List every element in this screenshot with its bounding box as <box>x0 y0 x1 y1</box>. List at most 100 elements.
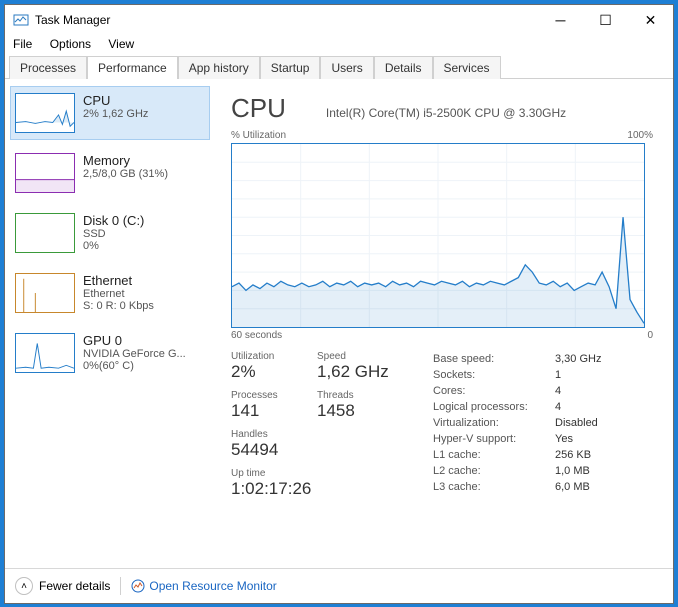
stat-row: Virtualization:Disabled <box>433 417 607 431</box>
stat-key: Logical processors: <box>433 401 553 415</box>
sidebar-item-cpu[interactable]: CPU 2% 1,62 GHz <box>11 87 209 139</box>
sidebar-item-gpu[interactable]: GPU 0 NVIDIA GeForce G... 0%(60° C) <box>11 327 209 379</box>
menubar: File Options View <box>5 35 673 55</box>
graph-bottom-labels: 60 seconds 0 <box>231 330 653 341</box>
sidebar-memory-text: Memory 2,5/8,0 GB (31%) <box>83 153 168 193</box>
sidebar-item-subtitle2: 0% <box>83 240 144 252</box>
tab-users[interactable]: Users <box>320 56 373 79</box>
stat-label: Utilization <box>231 351 299 362</box>
menu-options[interactable]: Options <box>50 37 91 51</box>
titlebar[interactable]: Task Manager ─ ☐ ✕ <box>5 5 673 35</box>
sidebar-item-subtitle2: S: 0 R: 0 Kbps <box>83 300 154 312</box>
sidebar-item-title: Memory <box>83 153 168 168</box>
sidebar-item-subtitle: Ethernet <box>83 288 154 300</box>
stat-row: Sockets:1 <box>433 369 607 383</box>
stat-key: L3 cache: <box>433 481 553 495</box>
stat-value: 2% <box>231 362 299 382</box>
stat-row: Hyper-V support:Yes <box>433 433 607 447</box>
content-area: CPU 2% 1,62 GHz Memory 2,5/8,0 GB (31%) … <box>5 79 673 568</box>
tabstrip: Processes Performance App history Startu… <box>5 55 673 79</box>
main-panel: CPU Intel(R) Core(TM) i5-2500K CPU @ 3.3… <box>215 79 673 568</box>
stat-row: Cores:4 <box>433 385 607 399</box>
sidebar-item-title: CPU <box>83 93 148 108</box>
window-title: Task Manager <box>35 13 538 27</box>
stat-key: Virtualization: <box>433 417 553 431</box>
stat-val: Disabled <box>555 417 607 431</box>
stat-val: 256 KB <box>555 449 607 463</box>
app-icon <box>13 12 29 28</box>
tab-startup[interactable]: Startup <box>260 56 321 79</box>
sidebar-item-title: Ethernet <box>83 273 154 288</box>
fewer-details-link[interactable]: Fewer details <box>39 579 110 593</box>
stats-right: Base speed:3,30 GHzSockets:1Cores:4Logic… <box>431 351 609 507</box>
separator <box>120 577 121 595</box>
stat-key: Hyper-V support: <box>433 433 553 447</box>
sidebar-item-subtitle: 2% 1,62 GHz <box>83 108 148 120</box>
close-button[interactable]: ✕ <box>628 5 673 35</box>
memory-thumb <box>15 153 75 193</box>
open-resource-monitor-link[interactable]: Open Resource Monitor <box>149 579 276 593</box>
stat-key: Cores: <box>433 385 553 399</box>
gpu-thumb <box>15 333 75 373</box>
stats-left: Utilization2% Speed1,62 GHz Processes141 Th… <box>231 351 431 507</box>
stat-label: Handles <box>231 429 299 440</box>
tab-performance[interactable]: Performance <box>87 56 178 79</box>
stat-value: 1458 <box>317 401 385 421</box>
stat-threads: Threads1458 <box>317 390 385 421</box>
stat-value: 1,62 GHz <box>317 362 389 382</box>
stat-label: Threads <box>317 390 385 401</box>
footer: ˄ Fewer details Open Resource Monitor <box>5 568 673 603</box>
stat-val: 1 <box>555 369 607 383</box>
tab-services[interactable]: Services <box>433 56 501 79</box>
tab-app-history[interactable]: App history <box>178 56 260 79</box>
stat-value: 1:02:17:26 <box>231 479 411 499</box>
graph-ymax: 100% <box>627 130 653 141</box>
stat-value: 54494 <box>231 440 299 460</box>
menu-view[interactable]: View <box>108 37 134 51</box>
chevron-up-icon[interactable]: ˄ <box>15 577 33 595</box>
ethernet-thumb <box>15 273 75 313</box>
stat-processes: Processes141 <box>231 390 299 421</box>
sidebar-item-memory[interactable]: Memory 2,5/8,0 GB (31%) <box>11 147 209 199</box>
maximize-button[interactable]: ☐ <box>583 5 628 35</box>
stats-right-table: Base speed:3,30 GHzSockets:1Cores:4Logic… <box>431 351 609 497</box>
sidebar-item-title: Disk 0 (C:) <box>83 213 144 228</box>
stat-row: L1 cache:256 KB <box>433 449 607 463</box>
menu-file[interactable]: File <box>13 37 32 51</box>
cpu-model: Intel(R) Core(TM) i5-2500K CPU @ 3.30GHz <box>326 106 566 120</box>
stat-val: 3,30 GHz <box>555 353 607 367</box>
graph-ylabel: % Utilization <box>231 130 286 141</box>
stat-handles: Handles54494 <box>231 429 299 460</box>
sidebar-item-subtitle: 2,5/8,0 GB (31%) <box>83 168 168 180</box>
graph-xmax: 0 <box>647 330 653 341</box>
stat-speed: Speed1,62 GHz <box>317 351 389 382</box>
stat-val: 4 <box>555 385 607 399</box>
sidebar-ethernet-text: Ethernet Ethernet S: 0 R: 0 Kbps <box>83 273 154 313</box>
stat-label: Speed <box>317 351 389 362</box>
window-buttons: ─ ☐ ✕ <box>538 5 673 35</box>
stat-utilization: Utilization2% <box>231 351 299 382</box>
sidebar-item-ethernet[interactable]: Ethernet Ethernet S: 0 R: 0 Kbps <box>11 267 209 319</box>
stat-row: L2 cache:1,0 MB <box>433 465 607 479</box>
stat-val: 4 <box>555 401 607 415</box>
tab-processes[interactable]: Processes <box>9 56 87 79</box>
stat-key: L2 cache: <box>433 465 553 479</box>
stat-row: Logical processors:4 <box>433 401 607 415</box>
sidebar-item-title: GPU 0 <box>83 333 186 348</box>
sidebar-item-subtitle2: 0%(60° C) <box>83 360 186 372</box>
stat-val: Yes <box>555 433 607 447</box>
stat-key: L1 cache: <box>433 449 553 463</box>
task-manager-window: Task Manager ─ ☐ ✕ File Options View Pro… <box>4 4 674 604</box>
cpu-utilization-graph[interactable] <box>231 143 645 328</box>
graph-top-labels: % Utilization 100% <box>231 130 653 141</box>
sidebar: CPU 2% 1,62 GHz Memory 2,5/8,0 GB (31%) … <box>5 79 215 568</box>
stat-key: Base speed: <box>433 353 553 367</box>
graph-xmin: 60 seconds <box>231 330 282 341</box>
stat-val: 1,0 MB <box>555 465 607 479</box>
cpu-thumb <box>15 93 75 133</box>
sidebar-item-disk[interactable]: Disk 0 (C:) SSD 0% <box>11 207 209 259</box>
tab-details[interactable]: Details <box>374 56 433 79</box>
main-heading: CPU <box>231 93 286 124</box>
minimize-button[interactable]: ─ <box>538 5 583 35</box>
stat-row: L3 cache:6,0 MB <box>433 481 607 495</box>
